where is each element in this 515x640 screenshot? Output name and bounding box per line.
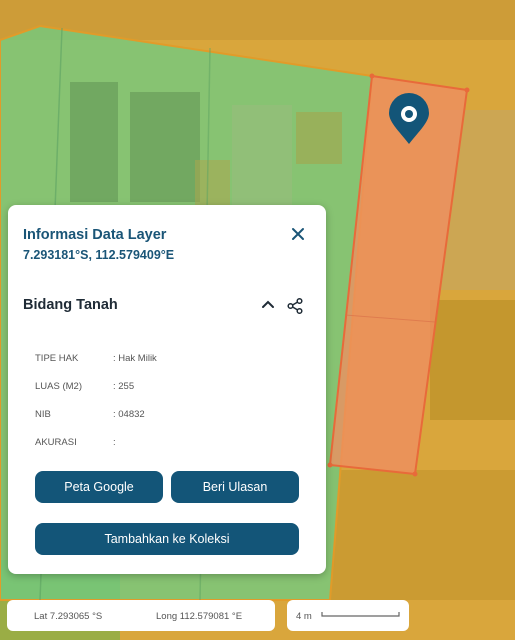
attr-row-tipe-hak: TIPE HAK : Hak Milik [35,353,157,364]
panel-title: Informasi Data Layer [23,227,167,243]
scale-bar: 4 m [287,600,409,631]
google-maps-button[interactable]: Peta Google [35,471,163,503]
info-panel: Informasi Data Layer 7.293181°S, 112.579… [8,205,326,574]
coordinate-status-bar: Lat 7.293065 °S Long 112.579081 °E [7,600,275,631]
review-button[interactable]: Beri Ulasan [171,471,299,503]
add-to-collection-button[interactable]: Tambahkan ke Koleksi [35,523,299,555]
attr-row-luas: LUAS (M2) : 255 [35,381,134,392]
section-title: Bidang Tanah [23,297,118,313]
panel-coordinates: 7.293181°S, 112.579409°E [23,248,175,262]
chevron-up-icon[interactable] [260,297,276,313]
longitude-readout: Long 112.579081 °E [156,611,243,622]
attr-row-akurasi: AKURASI: [35,437,116,448]
attr-key: TIPE HAK [35,353,79,364]
attr-value: : 255 [113,381,135,392]
close-icon[interactable] [288,224,308,244]
scale-label: 4 m [296,611,312,622]
attr-key: NIB [35,409,51,420]
attr-value: : Hak Milik [113,353,157,364]
attr-value: : 04832 [113,409,145,420]
attr-row-nib: NIB : 04832 [35,409,145,420]
attr-key: LUAS (M2) [35,381,82,392]
attr-key: AKURASI [35,437,77,448]
scale-line [321,612,400,617]
share-icon[interactable] [286,297,304,315]
latitude-readout: Lat 7.293065 °S [34,611,103,622]
attr-value: : [113,437,116,448]
